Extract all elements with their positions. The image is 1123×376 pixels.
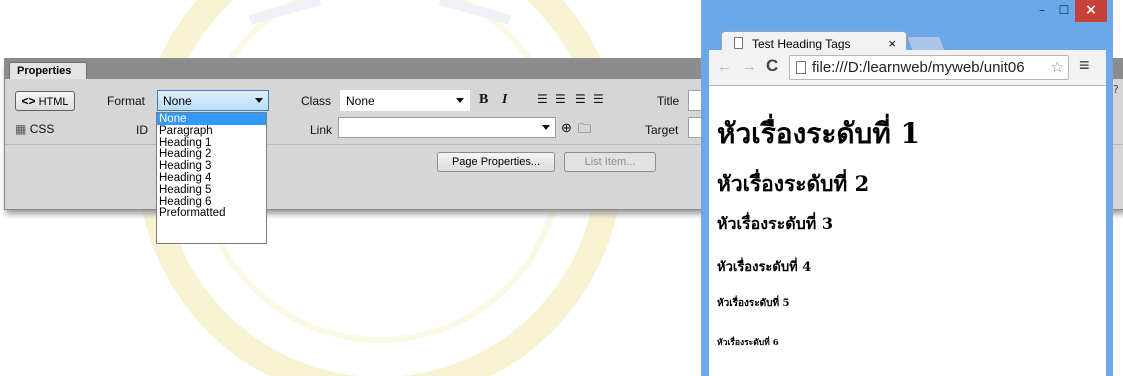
link-input[interactable] <box>338 117 556 138</box>
html-mode-button[interactable]: <> HTML <box>15 91 75 111</box>
menu-button[interactable]: ≡ <box>1079 55 1090 76</box>
format-option[interactable]: Heading 2 <box>157 148 266 160</box>
list-item-button[interactable]: List Item... <box>564 152 656 172</box>
format-option[interactable]: Preformatted <box>157 207 266 219</box>
close-window-button[interactable]: × <box>1075 0 1107 22</box>
outdent-icon[interactable]: ☰ <box>575 92 586 106</box>
format-option[interactable]: Heading 4 <box>157 172 266 184</box>
class-label: Class <box>301 94 332 108</box>
format-select[interactable]: None <box>157 90 269 111</box>
heading-4: หัวเรื่องระดับที่ 4 <box>717 260 812 275</box>
properties-tab[interactable]: Properties <box>9 62 87 79</box>
format-select-value: None <box>163 94 192 108</box>
bookmark-star-icon[interactable]: ☆ <box>1051 58 1064 76</box>
format-option[interactable]: None <box>157 113 266 125</box>
chevron-down-icon <box>456 98 464 103</box>
css-grid-icon: ▦ <box>15 122 27 136</box>
browser-tab-title: Test Heading Tags <box>752 37 851 51</box>
ordered-list-icon[interactable]: ☰ <box>555 92 566 106</box>
reload-icon[interactable]: C <box>766 56 778 76</box>
browser-tab[interactable]: Test Heading Tags × <box>721 31 907 52</box>
minimize-button[interactable]: – <box>1031 0 1053 22</box>
format-label: Format <box>107 94 146 108</box>
format-dropdown-list[interactable]: None Paragraph Heading 1 Heading 2 Heading 3… <box>156 112 267 244</box>
format-option[interactable]: Heading 5 <box>157 184 266 196</box>
heading-5: หัวเรื่องระดับที่ 5 <box>717 298 790 309</box>
back-arrow-icon[interactable]: ← <box>717 58 732 75</box>
chevron-down-icon <box>255 98 263 103</box>
indent-icon[interactable]: ☰ <box>593 92 604 106</box>
format-option[interactable]: Paragraph <box>157 125 266 137</box>
format-option[interactable]: Heading 1 <box>157 137 266 149</box>
screenshot-stage: Properties <> HTML Format None Class Non… <box>0 0 1123 376</box>
page-icon <box>734 37 743 49</box>
target-label: Target <box>645 123 679 137</box>
format-option[interactable]: Heading 3 <box>157 160 266 172</box>
browse-folder-icon[interactable]: 🗀 <box>578 120 591 142</box>
code-brackets-icon: <> <box>21 94 36 108</box>
address-bar[interactable]: file:///D:/learnweb/myweb/unit06 ☆ <box>789 55 1069 80</box>
heading-2: หัวเรื่องระดับที่ 2 <box>717 171 870 196</box>
heading-3: หัวเรื่องระดับที่ 3 <box>717 214 833 233</box>
html-mode-label: HTML <box>38 96 69 108</box>
forward-arrow-icon[interactable]: → <box>742 58 757 75</box>
tab-close-icon[interactable]: × <box>888 36 896 51</box>
css-mode-button[interactable]: ▦ CSS <box>15 122 54 136</box>
class-select[interactable]: None <box>340 90 470 111</box>
id-label: ID <box>136 123 148 137</box>
browser-toolbar: ← → C file:///D:/learnweb/myweb/unit06 ☆… <box>709 50 1106 86</box>
chevron-down-icon <box>542 125 550 130</box>
class-select-value: None <box>346 94 375 108</box>
page-content: หัวเรื่องระดับที่ 1 หัวเรื่องระดับที่ 2 … <box>709 86 1106 376</box>
page-icon <box>796 61 806 74</box>
link-label: Link <box>310 123 333 137</box>
help-icon[interactable]: ? <box>1113 83 1119 96</box>
heading-6: หัวเรื่องระดับที่ 6 <box>717 338 779 348</box>
unordered-list-icon[interactable]: ☰ <box>537 92 548 106</box>
italic-button[interactable]: I <box>502 92 507 108</box>
heading-1: หัวเรื่องระดับที่ 1 <box>717 117 920 150</box>
bold-button[interactable]: B <box>479 92 488 108</box>
title-label: Title <box>657 94 680 108</box>
browser-window: – ☐ × Test Heading Tags × ← → C file:///… <box>701 0 1113 376</box>
address-url: file:///D:/learnweb/myweb/unit06 <box>812 59 1025 76</box>
maximize-button[interactable]: ☐ <box>1053 0 1075 22</box>
page-properties-button[interactable]: Page Properties... <box>437 152 555 172</box>
format-option[interactable]: Heading 6 <box>157 196 266 208</box>
point-to-file-icon[interactable]: ⊕ <box>561 120 572 136</box>
css-mode-label: CSS <box>29 122 55 136</box>
